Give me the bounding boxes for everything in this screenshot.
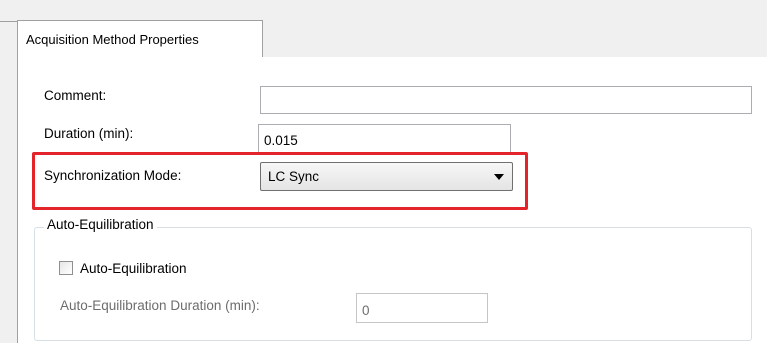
tab-label: Acquisition Method Properties (26, 32, 199, 47)
comment-label: Comment: (44, 88, 107, 103)
auto-equilibration-group-title: Auto-Equilibration (44, 217, 157, 232)
tab-strip (0, 0, 767, 22)
sync-mode-label: Synchronization Mode: (44, 168, 182, 183)
tab-acquisition-method-properties[interactable]: Acquisition Method Properties (17, 20, 263, 58)
chevron-down-icon[interactable] (494, 174, 504, 180)
sync-mode-value: LC Sync (268, 169, 320, 184)
tab-strip-band (263, 20, 767, 58)
auto-equilibration-group (34, 227, 752, 341)
auto-equilibration-duration-label: Auto-Equilibration Duration (min): (60, 298, 260, 313)
comment-field[interactable] (260, 86, 752, 114)
auto-equilibration-checkbox-label[interactable]: Auto-Equilibration (80, 261, 187, 276)
duration-label: Duration (min): (44, 126, 134, 141)
auto-equilibration-duration-field[interactable] (356, 293, 488, 323)
auto-equilibration-checkbox[interactable] (59, 261, 73, 275)
duration-field[interactable] (258, 124, 511, 153)
sync-mode-dropdown[interactable]: LC Sync (260, 162, 513, 191)
